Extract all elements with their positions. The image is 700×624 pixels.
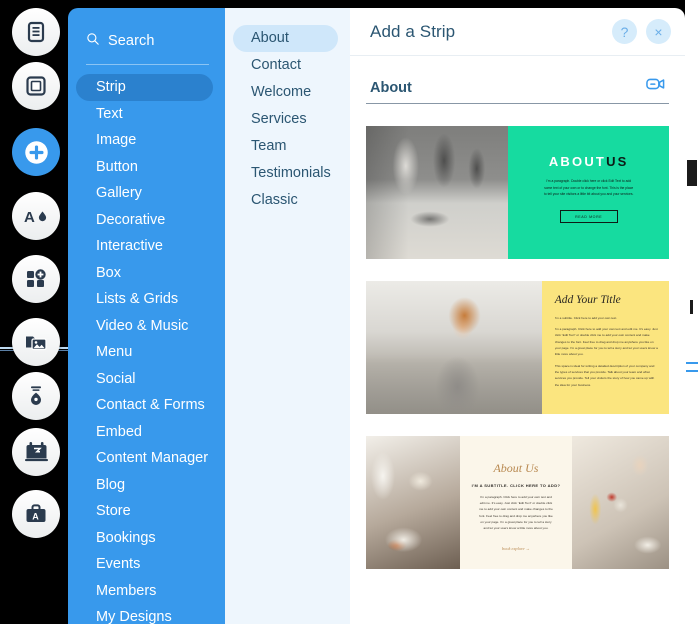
category-item-contact-forms[interactable]: Contact & Forms	[76, 392, 213, 419]
category-panel: Search Strip Text Image Button Gallery D…	[68, 8, 225, 624]
strip-paragraph-1: I'm a paragraph. Click here to add your …	[554, 327, 658, 357]
category-item-lists-grids[interactable]: Lists & Grids	[76, 286, 213, 313]
svg-text:A: A	[32, 511, 39, 521]
category-item-my-designs[interactable]: My Designs	[76, 604, 213, 624]
blog-pen-icon[interactable]	[12, 372, 60, 420]
close-button[interactable]: ×	[646, 19, 671, 44]
strip-paragraph-2: This space is ideal for writing a detail…	[554, 363, 655, 387]
strip-cta-button: READ MORE	[559, 210, 618, 223]
category-item-button[interactable]: Button	[76, 154, 213, 181]
strip-photo	[366, 126, 509, 259]
svg-text:A: A	[24, 209, 35, 226]
category-item-social[interactable]: Social	[76, 366, 213, 393]
design-icon[interactable]: A	[12, 192, 60, 240]
subcategory-list: About Contact Welcome Services Team Test…	[225, 8, 350, 214]
help-button[interactable]: ?	[612, 19, 637, 44]
section-title: About	[370, 80, 412, 96]
panel-body[interactable]: About ABOUTUS I'm a paragraph. Double cl…	[350, 56, 685, 624]
search-input[interactable]: Search	[86, 29, 209, 53]
strip-photo-left	[366, 436, 460, 569]
strip-title-dark: US	[606, 154, 629, 169]
category-item-box[interactable]: Box	[76, 260, 213, 287]
strip-thumbnail[interactable]: About Us I'M A SUBTITLE. CLICK HERE TO A…	[366, 436, 669, 569]
strip-content: ABOUTUS I'm a paragraph. Double click he…	[508, 126, 669, 259]
subcategory-item-classic[interactable]: Classic	[233, 187, 338, 214]
strip-content: About Us I'M A SUBTITLE. CLICK HERE TO A…	[459, 436, 573, 569]
strip-subtitle: I'M A SUBTITLE. CLICK HERE TO ADD?	[471, 483, 561, 488]
canvas-selection-mark	[686, 362, 698, 364]
subcategory-item-team[interactable]: Team	[233, 133, 338, 160]
left-toolbar: A A	[8, 0, 64, 624]
category-item-bookings[interactable]: Bookings	[76, 525, 213, 552]
subcategory-item-services[interactable]: Services	[233, 106, 338, 133]
store-icon[interactable]: A	[12, 490, 60, 538]
strip-title: ABOUTUS	[508, 154, 669, 169]
category-item-gallery[interactable]: Gallery	[76, 180, 213, 207]
strip-paragraph: I'm a paragraph. Click here to add your …	[479, 495, 553, 530]
strip-title: Add Your Title	[554, 294, 621, 306]
category-item-image[interactable]: Image	[76, 127, 213, 154]
category-item-embed[interactable]: Embed	[76, 419, 213, 446]
section-header: About	[366, 56, 669, 104]
canvas-selection-mark	[686, 370, 698, 372]
subcategory-panel: About Contact Welcome Services Team Test…	[225, 8, 350, 624]
video-camera-icon[interactable]	[646, 77, 665, 96]
add-strip-panel: Add a Strip ? × About ABOUTUS I'm a para…	[350, 8, 685, 624]
category-item-strip[interactable]: Strip	[76, 74, 213, 101]
category-item-video-music[interactable]: Video & Music	[76, 313, 213, 340]
canvas-element-mark	[687, 160, 697, 186]
strip-photo-right	[572, 436, 669, 569]
category-item-store[interactable]: Store	[76, 498, 213, 525]
category-item-menu[interactable]: Menu	[76, 339, 213, 366]
strip-link: book explore →	[501, 546, 531, 551]
apps-icon[interactable]	[12, 255, 60, 303]
add-icon[interactable]	[12, 128, 60, 176]
right-canvas-sliver	[685, 0, 700, 624]
category-item-interactive[interactable]: Interactive	[76, 233, 213, 260]
category-item-decorative[interactable]: Decorative	[76, 207, 213, 234]
strip-subtitle: I'm a subtitle. Click here to add your o…	[554, 315, 618, 320]
strip-content: Add Your Title I'm a subtitle. Click her…	[541, 281, 669, 414]
category-item-members[interactable]: Members	[76, 578, 213, 605]
search-placeholder: Search	[108, 33, 155, 49]
category-item-blog[interactable]: Blog	[76, 472, 213, 499]
search-icon	[86, 32, 100, 51]
canvas-element-mark	[690, 300, 693, 314]
strip-thumbnail[interactable]: Add Your Title I'm a subtitle. Click her…	[366, 281, 669, 414]
strip-paragraph: I'm a subtitle. Click here to add your o…	[555, 315, 659, 391]
subcategory-item-contact[interactable]: Contact	[233, 52, 338, 79]
panel-header: Add a Strip ? ×	[350, 8, 685, 56]
subcategory-item-about[interactable]: About	[233, 25, 338, 52]
pages-icon[interactable]	[12, 8, 60, 56]
panel-title: Add a Strip	[370, 21, 456, 41]
category-item-content-manager[interactable]: Content Manager	[76, 445, 213, 472]
editor-window: A A Search Strip Text Image Button Galle…	[0, 0, 700, 624]
category-item-text[interactable]: Text	[76, 101, 213, 128]
bookings-icon[interactable]	[12, 428, 60, 476]
background-icon[interactable]	[12, 62, 60, 110]
strip-thumbnail[interactable]: ABOUTUS I'm a paragraph. Double click he…	[366, 126, 669, 259]
strip-photo	[366, 281, 542, 414]
search-divider	[86, 64, 209, 65]
strip-paragraph: I'm a paragraph. Double click here or cl…	[543, 179, 634, 197]
media-icon[interactable]	[12, 318, 60, 366]
subcategory-item-welcome[interactable]: Welcome	[233, 79, 338, 106]
category-item-events[interactable]: Events	[76, 551, 213, 578]
strip-title: About Us	[493, 461, 539, 475]
subcategory-item-testimonials[interactable]: Testimonials	[233, 160, 338, 187]
strip-title-light: ABOUT	[548, 154, 607, 169]
category-list: Strip Text Image Button Gallery Decorati…	[68, 74, 225, 624]
